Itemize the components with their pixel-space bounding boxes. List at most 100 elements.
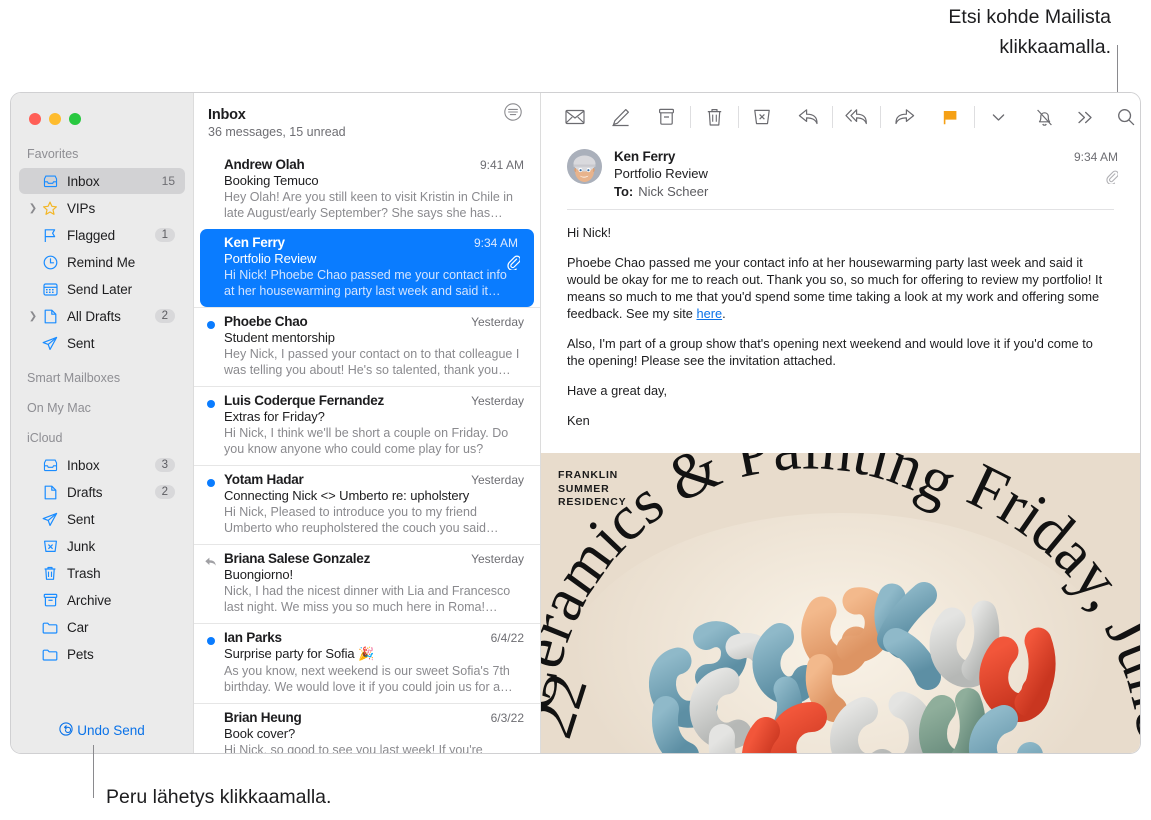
sidebar-item-archive[interactable]: Archive: [19, 587, 185, 613]
forward-icon[interactable]: [891, 102, 918, 132]
filter-icon[interactable]: [504, 103, 522, 126]
message-sender: Andrew Olah: [224, 157, 305, 172]
sidebar-item-vips[interactable]: ❯ VIPs: [19, 195, 185, 221]
message-list-title: Inbox: [208, 107, 246, 123]
message-subject: Book cover?: [224, 726, 296, 741]
unread-dot: [207, 637, 215, 645]
junk-icon: [40, 539, 60, 553]
reply-icon[interactable]: [795, 102, 822, 132]
sidebar-item-label: Drafts: [67, 484, 103, 500]
sidebar-item-send-later[interactable]: Send Later: [19, 276, 185, 302]
flag-icon[interactable]: [937, 102, 964, 132]
sidebar-item-pets[interactable]: Pets: [19, 641, 185, 667]
body-greeting: Hi Nick!: [567, 225, 612, 240]
message-subject: Surprise party for Sofia 🎉: [224, 646, 375, 661]
sidebar-item-count: 1: [154, 228, 175, 242]
archive-icon[interactable]: [653, 102, 680, 132]
message-list-item[interactable]: Brian Heung 6/3/22 Book cover? Hi Nick, …: [194, 703, 540, 753]
close-button[interactable]: [29, 113, 41, 125]
sidebar-item-remind-me[interactable]: Remind Me: [19, 249, 185, 275]
sidebar-item-trash[interactable]: Trash: [19, 560, 185, 586]
sidebar-item-label: Junk: [67, 538, 96, 554]
sidebar-item-junk[interactable]: Junk: [19, 533, 185, 559]
body-sender-name: Ken: [567, 413, 590, 428]
sidebar-item-label: Sent: [67, 335, 95, 351]
message-date: Yesterday: [471, 473, 524, 487]
sidebar-item-sent-favorites[interactable]: Sent: [19, 330, 185, 356]
body-paragraph-2: Also, I'm part of a group show that's op…: [567, 336, 1093, 368]
window-traffic-lights: [11, 93, 193, 141]
callout-bottom-leader-line: [93, 745, 94, 798]
unread-dot: [207, 321, 215, 329]
mute-icon[interactable]: [1031, 102, 1058, 132]
message-subject: Student mentorship: [224, 330, 335, 345]
message-sender: Luis Coderque Fernandez: [224, 393, 385, 408]
undo-send-label: Undo Send: [77, 723, 145, 738]
trash-icon[interactable]: [701, 102, 728, 132]
sidebar-item-flagged[interactable]: Flagged 1: [19, 222, 185, 248]
message-sender: Briana Salese Gonzalez: [224, 551, 371, 566]
poster-residency-label: FRANKLIN SUMMER RESIDENCY: [558, 469, 627, 508]
flag-icon: [40, 228, 60, 243]
message-list-item[interactable]: Briana Salese Gonzalez Yesterday Buongio…: [194, 544, 540, 623]
sidebar-item-label: Send Later: [67, 281, 133, 297]
sidebar-item-label: Inbox: [67, 457, 100, 473]
minimize-button[interactable]: [49, 113, 61, 125]
paperclip-icon[interactable]: [1074, 170, 1119, 189]
message-body: Hi Nick! Phoebe Chao passed me your cont…: [541, 210, 1140, 429]
message-list-header: Inbox 36 messages, 15 unread: [194, 93, 540, 151]
compose-icon[interactable]: [607, 102, 634, 132]
message-subject: Buongiorno!: [224, 567, 294, 582]
message-subject: Booking Temuco: [224, 173, 319, 188]
junk-icon[interactable]: [749, 102, 776, 132]
sidebar-item-count: 3: [154, 458, 175, 472]
attachment-poster-image[interactable]: FRANKLIN SUMMER RESIDENCY mics & P ing F…: [541, 453, 1140, 753]
message-sender: Yotam Hadar: [224, 472, 304, 487]
body-signoff: Have a great day,: [567, 383, 668, 398]
message-list-item-selected[interactable]: Ken Ferry 9:34 AM Portfolio Review Hi Ni…: [200, 229, 534, 307]
inbox-icon: [40, 175, 60, 188]
sidebar-item-sent-icloud[interactable]: Sent: [19, 506, 185, 532]
reply-all-icon[interactable]: [843, 102, 870, 132]
chevron-down-icon[interactable]: [985, 102, 1012, 132]
calendar-icon: [40, 282, 60, 296]
message-sender: Brian Heung: [224, 710, 302, 725]
message-preview: Hi Nick, Pleased to introduce you to my …: [224, 505, 499, 535]
sidebar-item-count: 2: [154, 309, 175, 323]
message-list-item[interactable]: Ian Parks 6/4/22 Surprise party for Sofi…: [194, 623, 540, 703]
to-value: Nick Scheer: [638, 184, 709, 199]
site-link[interactable]: here: [696, 306, 722, 321]
toolbar-divider: [832, 106, 833, 128]
message-subject: Portfolio Review: [614, 166, 708, 181]
message-list-item[interactable]: Luis Coderque Fernandez Yesterday Extras…: [194, 386, 540, 465]
mark-unread-icon[interactable]: [561, 102, 588, 132]
message-recipient-line: To: Nick Scheer: [614, 184, 1074, 199]
message-list-item[interactable]: Phoebe Chao Yesterday Student mentorship…: [194, 307, 540, 386]
sidebar-item-inbox-favorites[interactable]: Inbox 15: [19, 168, 185, 194]
to-label: To:: [614, 184, 634, 199]
message-list-item[interactable]: Andrew Olah 9:41 AM Booking Temuco Hey O…: [194, 151, 540, 229]
message-preview: Hi Nick, so good to see you last week! I…: [224, 743, 483, 753]
message-header: Ken Ferry Portfolio Review To: Nick Schee…: [541, 141, 1140, 199]
more-icon[interactable]: [1072, 102, 1099, 132]
sidebar-item-car[interactable]: Car: [19, 614, 185, 640]
zoom-button[interactable]: [69, 113, 81, 125]
sidebar-item-inbox-icloud[interactable]: Inbox 3: [19, 452, 185, 478]
sidebar-item-all-drafts[interactable]: ❯ All Drafts 2: [19, 303, 185, 329]
message-preview: Hey Olah! Are you still keen to visit Kr…: [224, 190, 514, 220]
avatar: [567, 149, 602, 184]
message-list-subtitle: 36 messages, 15 unread: [208, 125, 346, 139]
search-icon[interactable]: [1113, 102, 1140, 132]
message-sender: Phoebe Chao: [224, 314, 308, 329]
message-date: 9:41 AM: [479, 158, 524, 172]
message-list-item[interactable]: Yotam Hadar Yesterday Connecting Nick <>…: [194, 465, 540, 544]
sidebar-item-label: VIPs: [67, 200, 96, 216]
chevron-right-icon[interactable]: ❯: [27, 311, 39, 322]
replied-icon: [204, 555, 217, 573]
undo-send-button[interactable]: Undo Send: [11, 722, 193, 739]
unread-dot: [207, 479, 215, 487]
sidebar-item-drafts-icloud[interactable]: Drafts 2: [19, 479, 185, 505]
chevron-right-icon[interactable]: ❯: [27, 203, 39, 214]
sidebar-item-label: Flagged: [67, 227, 116, 243]
reading-pane: Ken Ferry Portfolio Review To: Nick Schee…: [541, 93, 1140, 753]
